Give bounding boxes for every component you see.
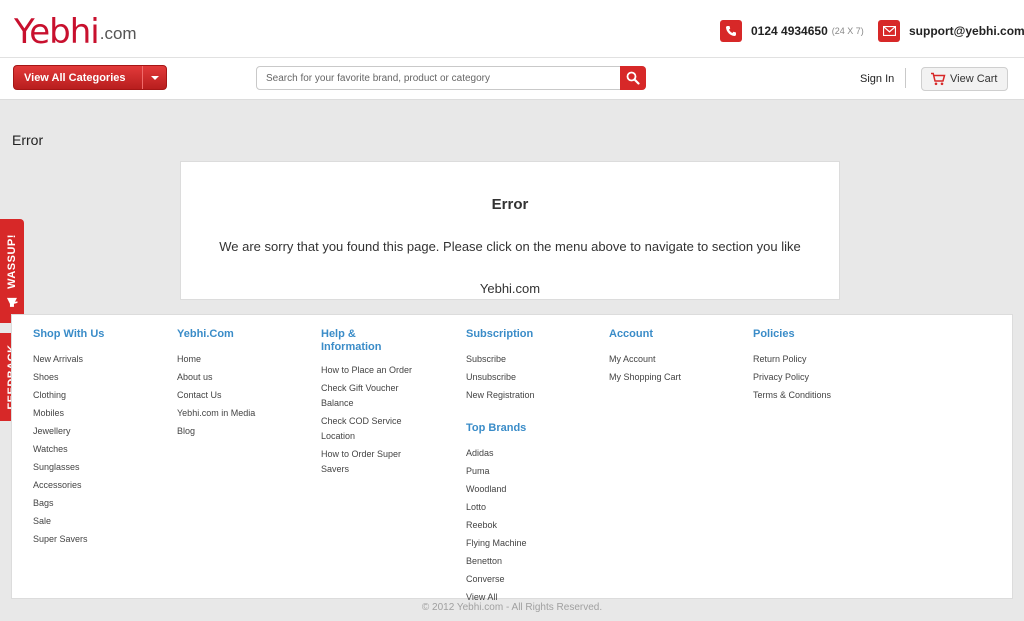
copyright-text: © 2012 Yebhi.com - All Rights Reserved. bbox=[421, 602, 603, 613]
footer-link[interactable]: New Registration bbox=[466, 386, 535, 404]
footer-link[interactable]: Super Savers bbox=[33, 530, 104, 548]
error-signature: Yebhi.com bbox=[479, 281, 541, 296]
error-title: Error bbox=[491, 196, 529, 213]
footer-link[interactable]: My Shopping Cart bbox=[609, 368, 681, 386]
footer-link[interactable]: Benetton bbox=[466, 552, 535, 570]
envelope-icon bbox=[878, 20, 900, 42]
search-bar bbox=[256, 66, 646, 90]
footer-heading-shop: Shop With Us bbox=[33, 328, 105, 340]
phone-contact: 0124 4934650 (24 X 7) bbox=[720, 20, 864, 42]
view-cart-label: View Cart bbox=[950, 73, 998, 85]
email-contact[interactable]: support@yebhi.com bbox=[878, 20, 1024, 42]
page-title: Error bbox=[12, 132, 44, 148]
phone-hours: (24 X 7) bbox=[831, 26, 864, 36]
footer-col-help: Help & Information How to Place an Order … bbox=[321, 328, 412, 480]
footer-heading-yebhi: Yebhi.Com bbox=[177, 328, 234, 340]
footer-link[interactable]: Flying Machine bbox=[466, 534, 535, 552]
footer-link[interactable]: Subscribe bbox=[466, 350, 535, 368]
help-link-line: Check Gift Voucher bbox=[321, 382, 399, 393]
footer-link[interactable]: Yebhi.com in Media bbox=[177, 404, 255, 422]
shopping-cart-icon bbox=[931, 72, 946, 86]
footer-heading-brands: Top Brands bbox=[466, 422, 527, 434]
chevron-down-icon[interactable] bbox=[142, 66, 166, 89]
footer-link[interactable]: About us bbox=[177, 368, 255, 386]
footer-col-yebhi: Yebhi.Com Home About us Contact Us Yebhi… bbox=[177, 328, 255, 440]
footer-link[interactable]: Privacy Policy bbox=[753, 368, 831, 386]
footer-link[interactable]: Watches bbox=[33, 440, 104, 458]
search-button[interactable] bbox=[620, 66, 646, 90]
error-panel: Error We are sorry that you found this p… bbox=[180, 161, 840, 300]
footer-link[interactable]: Mobiles bbox=[33, 404, 104, 422]
footer-link[interactable]: Bags bbox=[33, 494, 104, 512]
help-link-line: How to Order Super bbox=[321, 448, 402, 459]
help-link-line: How to Place an Order bbox=[321, 365, 413, 375]
footer-links: Shop With Us New Arrivals Shoes Clothing… bbox=[11, 314, 1013, 602]
help-link-line: Savers bbox=[321, 464, 350, 474]
magnifier-icon bbox=[626, 71, 640, 85]
footer-link[interactable]: Accessories bbox=[33, 476, 104, 494]
footer-col-subscription: Subscription Subscribe Unsubscribe New R… bbox=[466, 328, 535, 606]
footer-heading-account: Account bbox=[609, 328, 653, 340]
footer-link[interactable]: Terms & Conditions bbox=[753, 386, 831, 404]
phone-number: 0124 4934650 bbox=[751, 24, 828, 38]
help-link-line: Check COD Service bbox=[321, 415, 402, 426]
footer-col-shop: Shop With Us New Arrivals Shoes Clothing… bbox=[33, 328, 104, 548]
footer-link[interactable]: Converse bbox=[466, 570, 535, 588]
help-link-line: Balance bbox=[321, 398, 354, 408]
footer-link[interactable]: Contact Us bbox=[177, 386, 255, 404]
help-title-line2: Information bbox=[321, 341, 382, 353]
categories-label: View All Categories bbox=[24, 71, 126, 84]
sign-in-link[interactable]: Sign In bbox=[860, 73, 894, 85]
footer-link[interactable]: Check Gift Voucher Balance bbox=[321, 381, 412, 412]
view-all-categories-button[interactable]: View All Categories bbox=[13, 65, 167, 90]
footer-link[interactable]: Puma bbox=[466, 462, 535, 480]
logo-tld: .com bbox=[99, 24, 137, 43]
footer-link[interactable]: Return Policy bbox=[753, 350, 831, 368]
footer-link[interactable]: Woodland bbox=[466, 480, 535, 498]
footer-link[interactable]: Blog bbox=[177, 422, 255, 440]
nav-bar: View All Categories Sign In View Cart bbox=[0, 58, 1024, 100]
search-input[interactable] bbox=[257, 67, 620, 89]
wassup-text: WASSUP! bbox=[5, 234, 18, 289]
nav-divider bbox=[905, 68, 906, 88]
footer-link[interactable]: How to Place an Order bbox=[321, 363, 412, 379]
megaphone-icon bbox=[7, 297, 18, 307]
footer-link[interactable]: How to Order Super Savers bbox=[321, 447, 412, 478]
footer-link[interactable]: Sale bbox=[33, 512, 104, 530]
footer-link[interactable]: Jewellery bbox=[33, 422, 104, 440]
footer-link[interactable]: Home bbox=[177, 350, 255, 368]
logo-brand: Yebhi bbox=[14, 12, 100, 52]
footer-link[interactable]: Sunglasses bbox=[33, 458, 104, 476]
help-link-line: Location bbox=[321, 431, 356, 441]
footer-col-policies: Policies Return Policy Privacy Policy Te… bbox=[753, 328, 831, 404]
footer-heading-subscription: Subscription bbox=[466, 328, 534, 340]
footer-link[interactable]: New Arrivals bbox=[33, 350, 104, 368]
footer-link[interactable]: My Account bbox=[609, 350, 681, 368]
phone-icon bbox=[720, 20, 742, 42]
footer-link[interactable]: Clothing bbox=[33, 386, 104, 404]
wassup-tab[interactable]: WASSUP! bbox=[0, 219, 24, 323]
view-cart-button[interactable]: View Cart bbox=[921, 67, 1008, 91]
footer-col-account: Account My Account My Shopping Cart bbox=[609, 328, 681, 386]
footer-link[interactable]: Shoes bbox=[33, 368, 104, 386]
wassup-label: WASSUP! bbox=[6, 234, 18, 308]
email-address[interactable]: support@yebhi.com bbox=[909, 24, 1024, 38]
site-logo[interactable]: Yebhi .com bbox=[14, 4, 137, 54]
footer-link[interactable]: Unsubscribe bbox=[466, 368, 535, 386]
footer-link[interactable]: Check COD Service Location bbox=[321, 414, 412, 445]
error-message: We are sorry that you found this page. P… bbox=[219, 239, 801, 254]
footer-link[interactable]: Reebok bbox=[466, 516, 535, 534]
footer-heading-policies: Policies bbox=[753, 328, 795, 340]
top-header: Yebhi .com 0124 4934650 (24 X 7) support… bbox=[0, 0, 1024, 58]
footer-link[interactable]: Lotto bbox=[466, 498, 535, 516]
footer-link[interactable]: Adidas bbox=[466, 444, 535, 462]
footer-heading-help: Help & Information bbox=[321, 328, 412, 354]
help-title-line1: Help & bbox=[321, 328, 356, 340]
